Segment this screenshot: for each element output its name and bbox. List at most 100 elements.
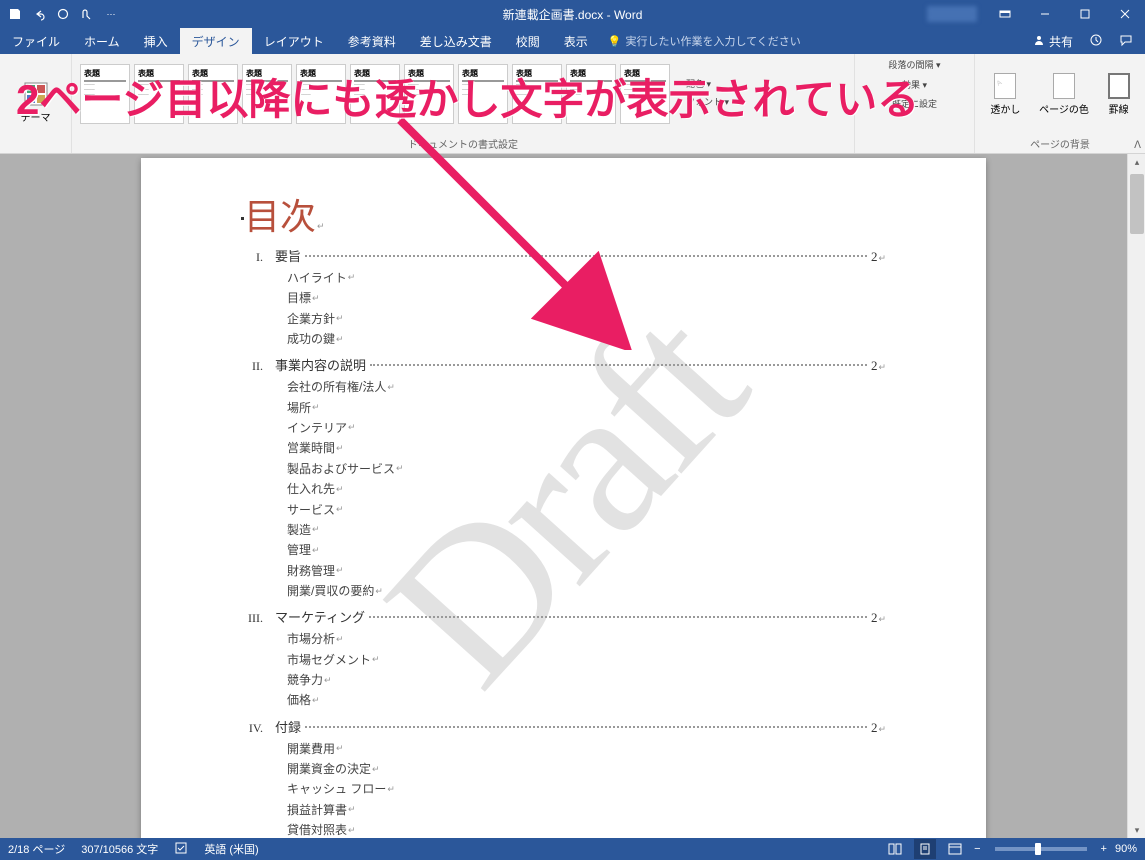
zoom-out-button[interactable]: − [974, 843, 980, 855]
style-thumb[interactable]: 表題───────── [134, 64, 184, 124]
toc-leader [369, 616, 867, 618]
paragraph-mark: ↵ [317, 221, 325, 231]
style-thumb[interactable]: 表題───────── [404, 64, 454, 124]
close-button[interactable] [1105, 0, 1145, 28]
style-thumb[interactable]: 表題───────── [296, 64, 346, 124]
share-button[interactable]: 共有 [1033, 33, 1073, 50]
status-left: 2/18 ページ 307/10566 文字 英語 (米国) [8, 841, 259, 858]
paragraph-mark: ↵ [312, 400, 320, 415]
scroll-down-icon[interactable]: ▾ [1128, 822, 1145, 838]
zoom-slider[interactable] [995, 847, 1087, 851]
tell-me-placeholder: 実行したい作業を入力してください [625, 33, 800, 49]
word-count[interactable]: 307/10566 文字 [81, 841, 158, 857]
tab-references[interactable]: 参考資料 [336, 28, 408, 54]
toc-sub-item: 管理↵ [287, 540, 886, 560]
toc-section-label: マーケティング [275, 607, 365, 628]
watermark-button[interactable]: A透かし [990, 73, 1020, 116]
document-page[interactable]: Draft 目次↵ I.要旨2↵ハイライト↵目標↵企業方針↵成功の鍵↵II.事業… [141, 158, 986, 838]
colors-button[interactable]: 配色 ▾ [682, 77, 733, 93]
paragraph-mark: ↵ [878, 722, 886, 737]
style-thumb[interactable]: 表題───────── [566, 64, 616, 124]
minimize-button[interactable] [1025, 0, 1065, 28]
qat-customize-icon[interactable]: ⋯ [104, 7, 118, 21]
paragraph-mark: ↵ [336, 563, 344, 578]
page-indicator[interactable]: 2/18 ページ [8, 841, 65, 857]
zoom-in-button[interactable]: + [1101, 843, 1107, 855]
ribbon-group-set-default: 段落の間隔 ▾ 効果 ▾ 既定に設定 [855, 54, 975, 153]
page-border-button[interactable]: 罫線 [1108, 73, 1130, 116]
ribbon-group-doc-format: 表題─────────表題─────────表題─────────表題─────… [72, 54, 855, 153]
paragraph-mark: ↵ [372, 762, 380, 777]
toc-section-label: 事業内容の説明 [275, 355, 366, 376]
history-icon[interactable] [1089, 33, 1103, 50]
tab-file[interactable]: ファイル [0, 28, 72, 54]
toc-sub-item: 営業時間↵ [287, 438, 886, 458]
toc-sub-item: 会社の所有権/法人↵ [287, 377, 886, 397]
tab-layout[interactable]: レイアウト [252, 28, 336, 54]
tab-design[interactable]: デザイン [180, 28, 252, 54]
paragraph-spacing-button[interactable]: 段落の間隔 ▾ [884, 58, 944, 74]
toc-title-row: 目次↵ [241, 188, 886, 240]
toc-sub-item: 開業/買収の要約↵ [287, 581, 886, 601]
collapse-ribbon-icon[interactable]: ᐱ [1134, 140, 1141, 151]
paragraph-mark: ↵ [324, 673, 332, 688]
tab-insert[interactable]: 挿入 [132, 28, 180, 54]
tab-review[interactable]: 校閲 [504, 28, 552, 54]
maximize-button[interactable] [1065, 0, 1105, 28]
toc-sub-list: 開業費用↵開業資金の決定↵キャッシュ フロー↵損益計算書↵貸借対照表↵ [287, 739, 886, 838]
themes-button[interactable]: テーマ [21, 80, 51, 124]
vertical-scrollbar[interactable]: ▴ ▾ [1127, 154, 1145, 838]
person-icon [1033, 34, 1045, 49]
toc-section-row: IV.付録2↵ [241, 717, 886, 739]
style-gallery[interactable]: 表題─────────表題─────────表題─────────表題─────… [80, 64, 670, 124]
title-bar: ⋯ 新連載企画書.docx - Word [0, 0, 1145, 28]
page-color-button[interactable]: ページの色 [1039, 73, 1089, 116]
style-thumb[interactable]: 表題───────── [350, 64, 400, 124]
paragraph-mark: ↵ [387, 782, 395, 797]
tell-me-search[interactable]: 💡 実行したい作業を入力してください [608, 33, 801, 49]
style-thumb[interactable]: 表題───────── [242, 64, 292, 124]
style-thumb[interactable]: 表題───────── [188, 64, 238, 124]
effects-button[interactable]: 効果 ▾ [898, 78, 931, 94]
themes-icon [22, 80, 50, 108]
menubar-right: 共有 [1033, 33, 1145, 50]
spellcheck-icon[interactable] [174, 841, 188, 858]
paragraph-mark: ↵ [375, 584, 383, 599]
set-default-button[interactable]: 既定に設定 [888, 97, 941, 113]
tab-mailings[interactable]: 差し込み文書 [408, 28, 504, 54]
toc-sub-item: 目標↵ [287, 288, 886, 308]
language-indicator[interactable]: 英語 (米国) [204, 841, 258, 857]
print-layout-icon[interactable] [914, 839, 936, 859]
paragraph-mark: ↵ [312, 522, 320, 537]
toc-sub-list: 会社の所有権/法人↵場所↵インテリア↵営業時間↵製品およびサービス↵仕入れ先↵サ… [287, 377, 886, 601]
tab-view[interactable]: 表示 [552, 28, 600, 54]
paragraph-mark: ↵ [348, 823, 356, 838]
scroll-up-icon[interactable]: ▴ [1128, 154, 1145, 170]
account-info[interactable] [927, 6, 977, 22]
web-layout-icon[interactable] [944, 839, 966, 859]
scroll-thumb[interactable] [1130, 174, 1144, 234]
style-thumb[interactable]: 表題───────── [458, 64, 508, 124]
tab-home[interactable]: ホーム [72, 28, 132, 54]
zoom-handle[interactable] [1035, 843, 1041, 855]
style-thumb[interactable]: 表題───────── [80, 64, 130, 124]
fonts-button[interactable]: フォント ▾ [682, 95, 733, 111]
paragraph-mark: ↵ [878, 251, 886, 266]
save-icon[interactable] [8, 7, 22, 21]
paragraph-mark: ↵ [348, 270, 356, 285]
toc-sub-item: 競争力↵ [287, 670, 886, 690]
ribbon-display-icon[interactable] [985, 0, 1025, 28]
redo-icon[interactable] [56, 7, 70, 21]
read-mode-icon[interactable] [884, 839, 906, 859]
touch-mode-icon[interactable] [80, 7, 94, 21]
style-thumb[interactable]: 表題───────── [620, 64, 670, 124]
menu-bar: ファイル ホーム 挿入 デザイン レイアウト 参考資料 差し込み文書 校閲 表示… [0, 28, 1145, 54]
undo-icon[interactable] [32, 7, 46, 21]
toc-sub-item: 仕入れ先↵ [287, 479, 886, 499]
toc-sub-item: 企業方針↵ [287, 309, 886, 329]
toc-section-row: III.マーケティング2↵ [241, 607, 886, 629]
style-thumb[interactable]: 表題───────── [512, 64, 562, 124]
zoom-level[interactable]: 90% [1115, 843, 1137, 855]
page-border-label: 罫線 [1109, 105, 1129, 116]
comment-icon[interactable] [1119, 33, 1133, 50]
